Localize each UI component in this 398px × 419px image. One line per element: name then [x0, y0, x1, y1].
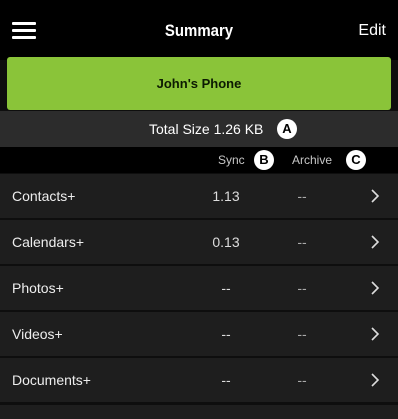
page-title: Summary	[164, 21, 234, 40]
bottom-partial-row	[0, 405, 398, 419]
list-item-calendars[interactable]: Calendars+ 0.13 --	[0, 220, 398, 264]
callout-badge-c: C	[346, 150, 366, 170]
row-label: Contacts+	[12, 188, 76, 204]
row-label: Photos+	[12, 280, 64, 296]
total-size-text: Total Size 1.26 KB	[149, 121, 264, 137]
row-sync-value: --	[221, 280, 231, 296]
callout-badge-b: B	[254, 150, 274, 170]
row-archive-value: --	[297, 326, 307, 342]
chevron-right-icon	[371, 235, 380, 249]
column-header-row: Sync B Archive C	[0, 147, 398, 173]
callout-badge-a: A	[277, 119, 297, 139]
list-item-documents[interactable]: Documents+ -- --	[0, 358, 398, 402]
row-archive-value: --	[297, 234, 307, 250]
row-archive-value: --	[297, 188, 307, 204]
chevron-right-icon	[371, 327, 380, 341]
row-sync-value: 1.13	[212, 188, 240, 204]
top-navigation-bar: Summary Edit	[0, 0, 398, 60]
row-label: Videos+	[12, 326, 63, 342]
row-label: Calendars+	[12, 234, 84, 250]
row-archive-value: --	[297, 372, 307, 388]
device-name: John's Phone	[156, 76, 242, 91]
edit-button[interactable]: Edit	[358, 0, 386, 60]
row-sync-value: --	[221, 326, 231, 342]
device-name-bar[interactable]: John's Phone	[7, 57, 391, 110]
list-item-contacts[interactable]: Contacts+ 1.13 --	[0, 174, 398, 218]
list-item-videos[interactable]: Videos+ -- --	[0, 312, 398, 356]
chevron-right-icon	[371, 189, 380, 203]
archive-column-header: Archive	[292, 153, 333, 167]
list-item-photos[interactable]: Photos+ -- --	[0, 266, 398, 310]
row-sync-value: --	[221, 372, 231, 388]
row-archive-value: --	[297, 280, 307, 296]
row-label: Documents+	[12, 372, 91, 388]
total-size-row: Total Size 1.26 KB A	[0, 111, 398, 147]
row-sync-value: 0.13	[212, 234, 240, 250]
chevron-right-icon	[371, 373, 380, 387]
sync-column-header: Sync	[218, 153, 245, 167]
chevron-right-icon	[371, 281, 380, 295]
